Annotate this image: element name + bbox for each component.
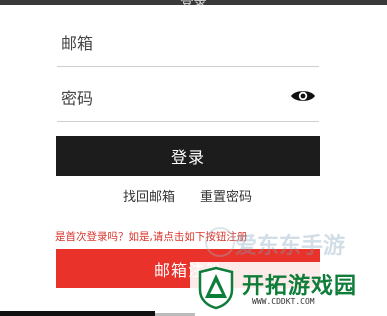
bottom-bar: [0, 311, 155, 316]
top-bar: 登录: [0, 0, 387, 5]
watermark-top-text: 爱东东手游: [235, 234, 346, 259]
password-field-row: [57, 71, 319, 122]
watermark-top: 爱东东手游: [205, 225, 385, 259]
reset-password-link[interactable]: 重置密码: [200, 186, 252, 205]
brand-name: 开拓游戏园: [242, 274, 358, 299]
watermark-brand: 开拓游戏园 WWW.CDDKT.COM: [190, 262, 387, 316]
password-input[interactable]: [61, 85, 281, 111]
page-title: 登录: [0, 0, 387, 5]
email-field-row: [57, 16, 319, 67]
brand-url: WWW.CDDKT.COM: [252, 297, 315, 306]
eye-icon[interactable]: [290, 88, 316, 104]
email-input[interactable]: [61, 30, 281, 56]
brand-logo-icon: [198, 266, 234, 310]
watermark-logo-icon: [205, 227, 235, 257]
find-email-link[interactable]: 找回邮箱: [123, 186, 175, 205]
login-button[interactable]: 登录: [56, 136, 320, 176]
